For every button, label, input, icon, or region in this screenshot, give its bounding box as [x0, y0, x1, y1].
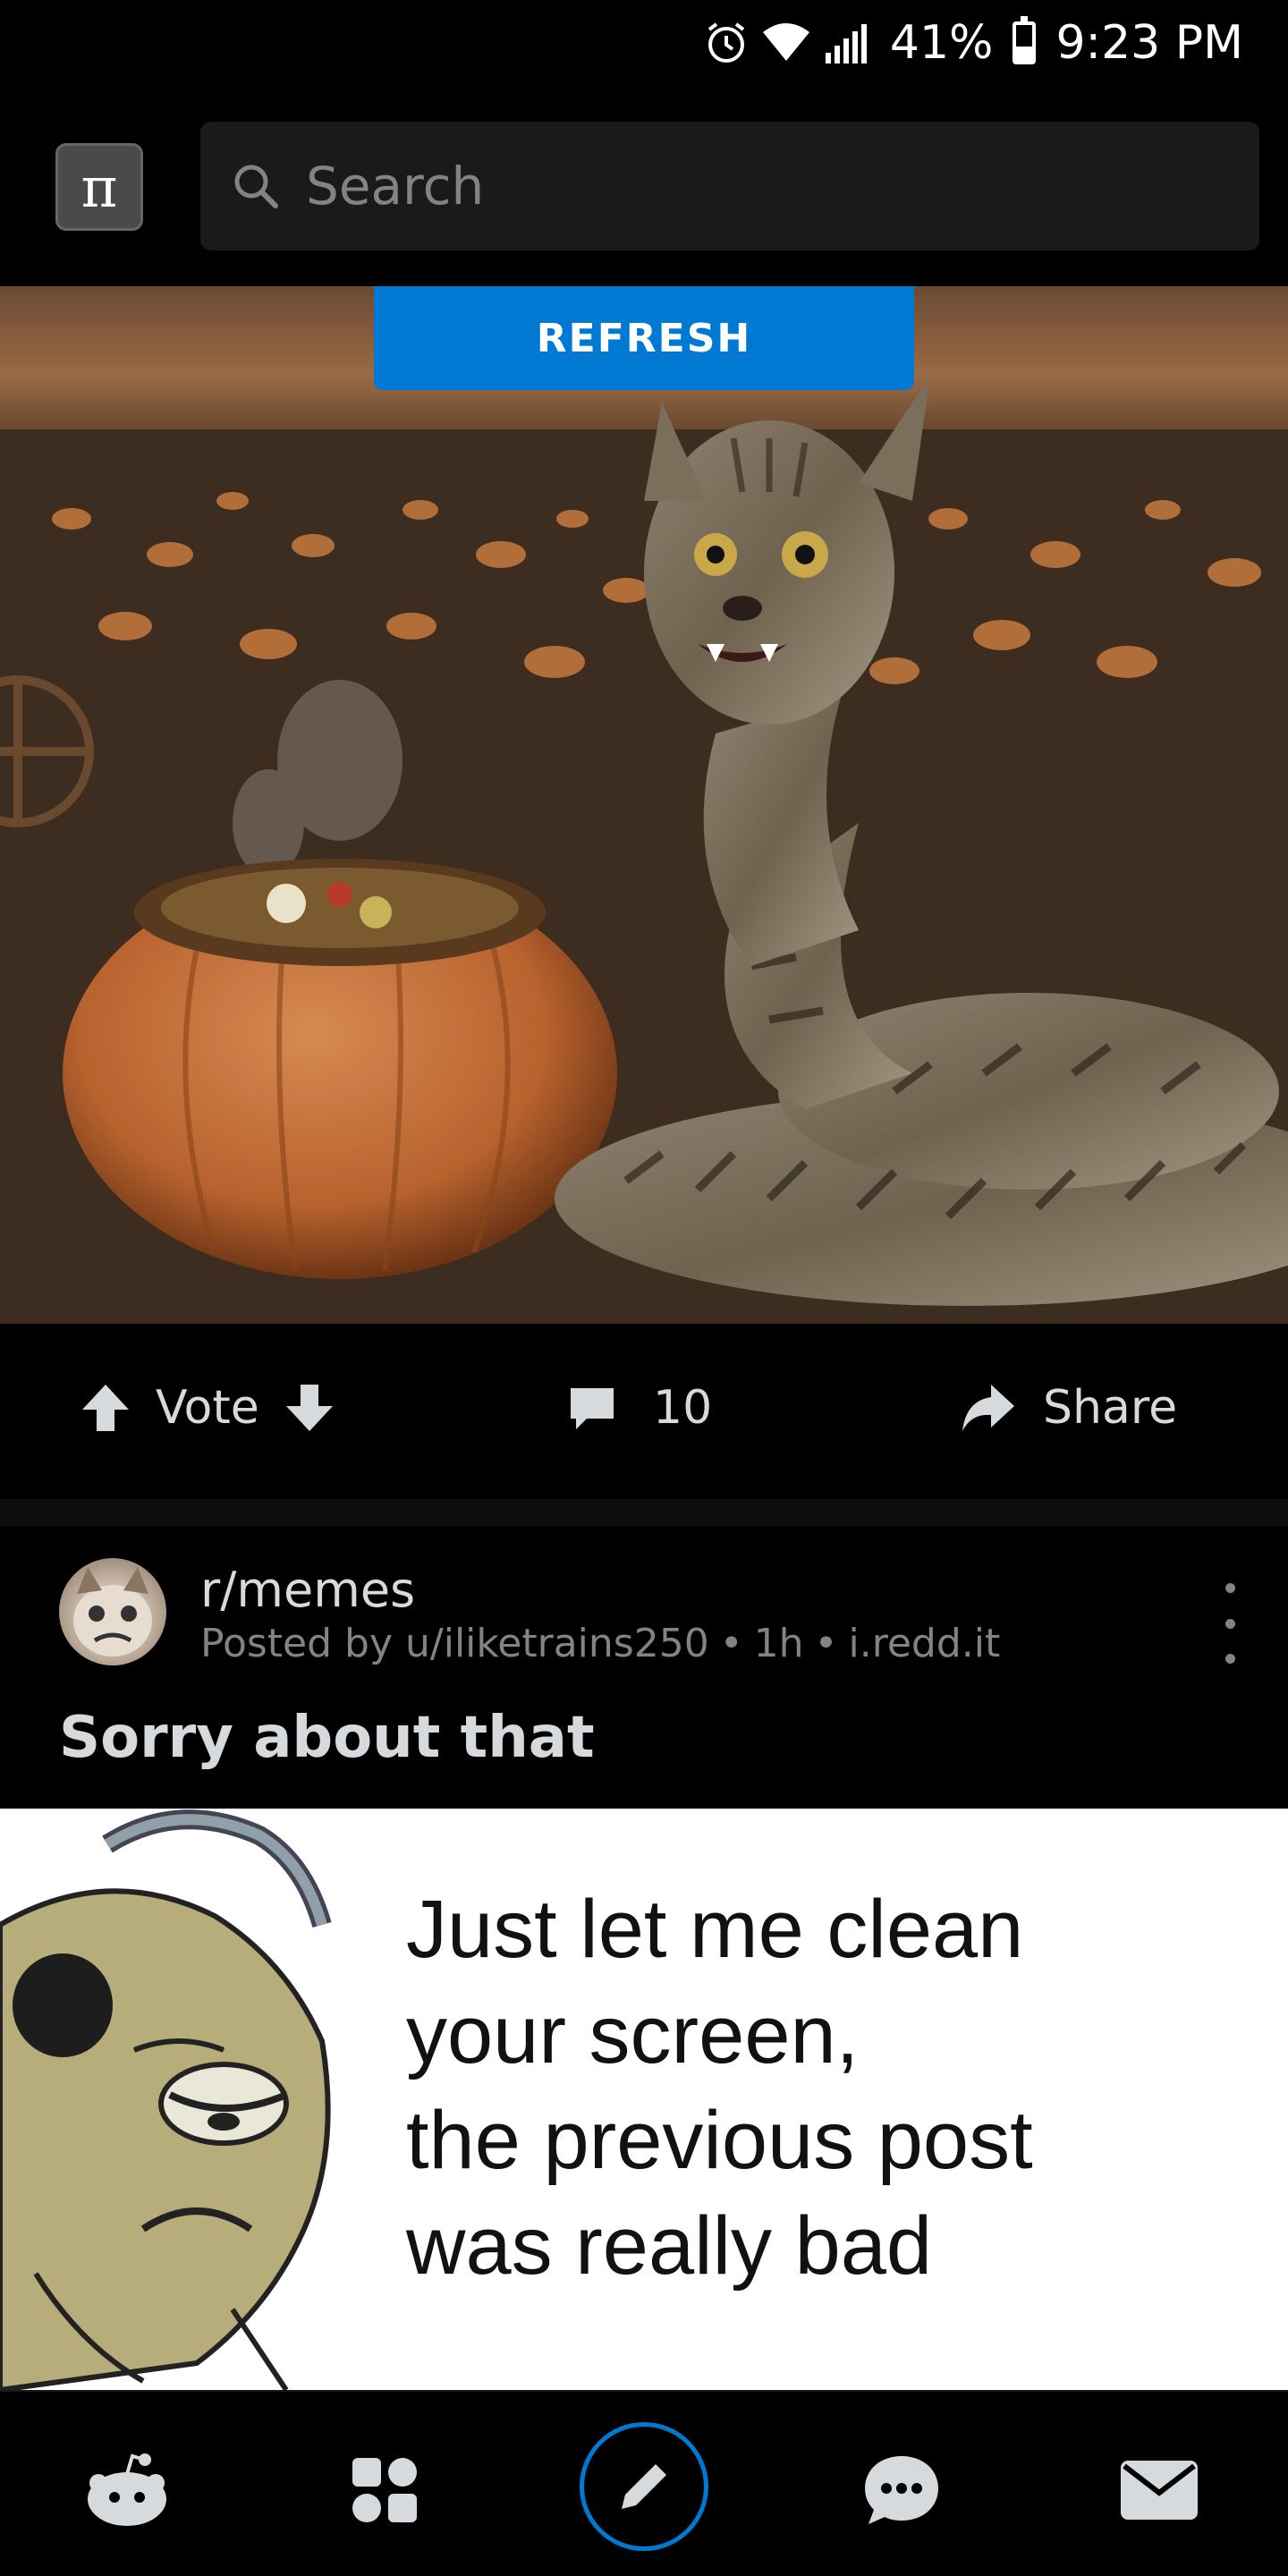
post-age: 1h	[753, 1621, 804, 1666]
battery-icon	[1013, 16, 1037, 64]
fish-with-headphones-illustration	[0, 1809, 332, 2390]
refresh-button[interactable]: REFRESH	[374, 286, 914, 390]
battery-percent: 41%	[889, 16, 994, 70]
downvote-arrow-icon[interactable]	[283, 1381, 336, 1435]
more-options-icon[interactable]	[1216, 1583, 1243, 1664]
battery-level-fill	[1016, 46, 1033, 61]
meta-separator: •	[719, 1621, 743, 1666]
meme-line: your screen,	[406, 1989, 860, 2080]
chat-icon[interactable]	[839, 2428, 964, 2553]
post-meta: Posted by u/iliketrains250 • 1h • i.redd…	[200, 1621, 1000, 1666]
post-divider	[0, 1499, 1288, 1526]
share-icon	[962, 1385, 1014, 1431]
post-domain[interactable]: i.redd.it	[849, 1621, 1001, 1666]
share-label: Share	[1043, 1381, 1178, 1435]
post-action-bar: Vote 10 Share	[0, 1324, 1288, 1499]
bottom-navigation	[0, 2390, 1288, 2576]
cat-snake-illustration	[0, 286, 1288, 1324]
popular-icon[interactable]	[322, 2428, 447, 2553]
search-bar[interactable]	[200, 122, 1259, 250]
post-image[interactable]: Just let me clean your screen, the previ…	[0, 1809, 1288, 2390]
search-icon	[234, 165, 278, 208]
subreddit-name[interactable]: r/memes	[200, 1562, 415, 1618]
signal-icon	[824, 21, 877, 65]
vote-label: Vote	[156, 1381, 259, 1435]
app-bar: π	[0, 86, 1288, 286]
share-button[interactable]: Share	[959, 1381, 1177, 1435]
alarm-icon	[704, 21, 749, 65]
search-input[interactable]	[306, 156, 1111, 216]
clock: 9:23 PM	[1055, 16, 1243, 70]
status-bar: 41% 9:23 PM	[0, 0, 1288, 86]
pi-icon[interactable]: π	[55, 143, 143, 231]
subreddit-avatar[interactable]	[59, 1558, 166, 1665]
vote-controls: Vote	[79, 1381, 336, 1435]
post-image[interactable]	[0, 286, 1288, 1324]
upvote-arrow-icon[interactable]	[79, 1381, 132, 1435]
meme-line: was really bad	[406, 2200, 933, 2292]
comment-icon	[571, 1388, 614, 1429]
meme-line: Just let me clean	[406, 1884, 1024, 1975]
inbox-icon[interactable]	[1097, 2428, 1222, 2553]
wifi-icon	[761, 23, 811, 63]
meta-separator: •	[814, 1621, 838, 1666]
comments-button[interactable]: 10	[567, 1381, 712, 1435]
post-title[interactable]: Sorry about that	[59, 1705, 595, 1771]
comment-count: 10	[653, 1381, 713, 1435]
posted-by[interactable]: Posted by u/iliketrains250	[200, 1621, 709, 1666]
create-post-icon[interactable]	[580, 2422, 708, 2551]
home-icon[interactable]	[64, 2428, 190, 2553]
meme-line: the previous post	[406, 2095, 1033, 2186]
meme-caption: Just let me clean your screen, the previ…	[406, 1877, 1265, 2299]
